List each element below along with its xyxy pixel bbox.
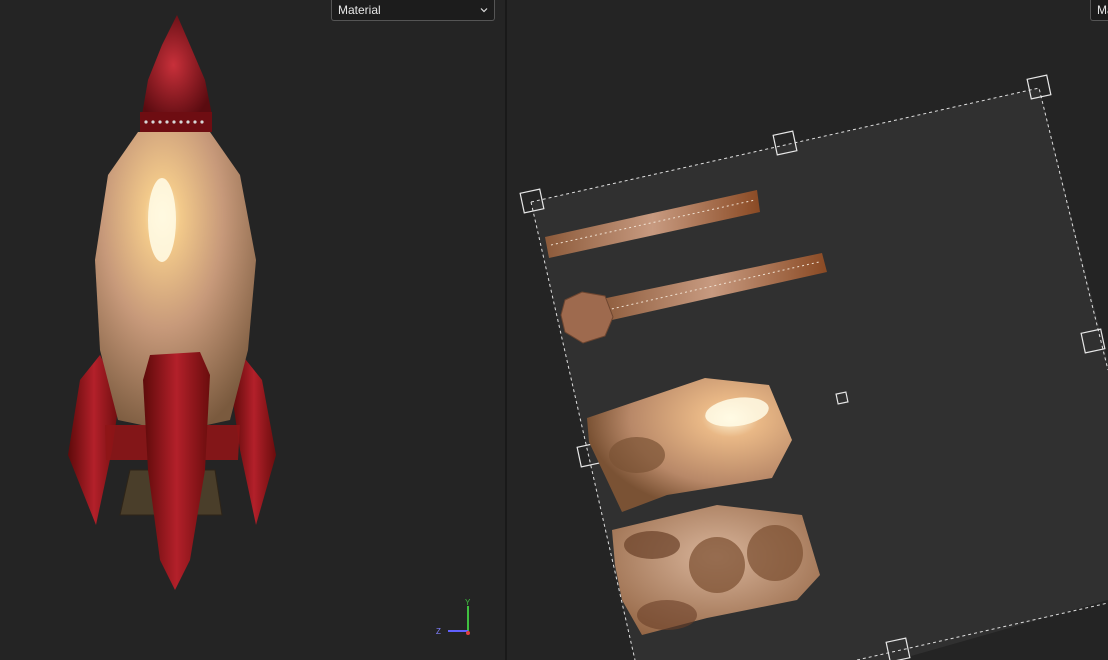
fin-front [143, 352, 210, 590]
axis-z-label: Z [436, 627, 441, 636]
3d-viewport[interactable]: Y Z Material [0, 0, 505, 660]
material-dropdown-value: Material [338, 3, 381, 17]
uv-canvas [519, 74, 1108, 660]
axis-y-label: Y [465, 598, 471, 607]
uv-viewport[interactable]: Ma [507, 0, 1108, 660]
axis-x-dot [466, 631, 470, 635]
axis-gizmo-icon: Y Z [436, 598, 471, 636]
material-dropdown-uv[interactable]: Ma [1090, 0, 1108, 21]
nose-cone [142, 15, 212, 115]
rocket-model [68, 15, 276, 590]
material-dropdown[interactable]: Material [331, 0, 495, 21]
material-dropdown-uv-value: Ma [1097, 3, 1108, 17]
chevron-down-icon [480, 8, 488, 13]
